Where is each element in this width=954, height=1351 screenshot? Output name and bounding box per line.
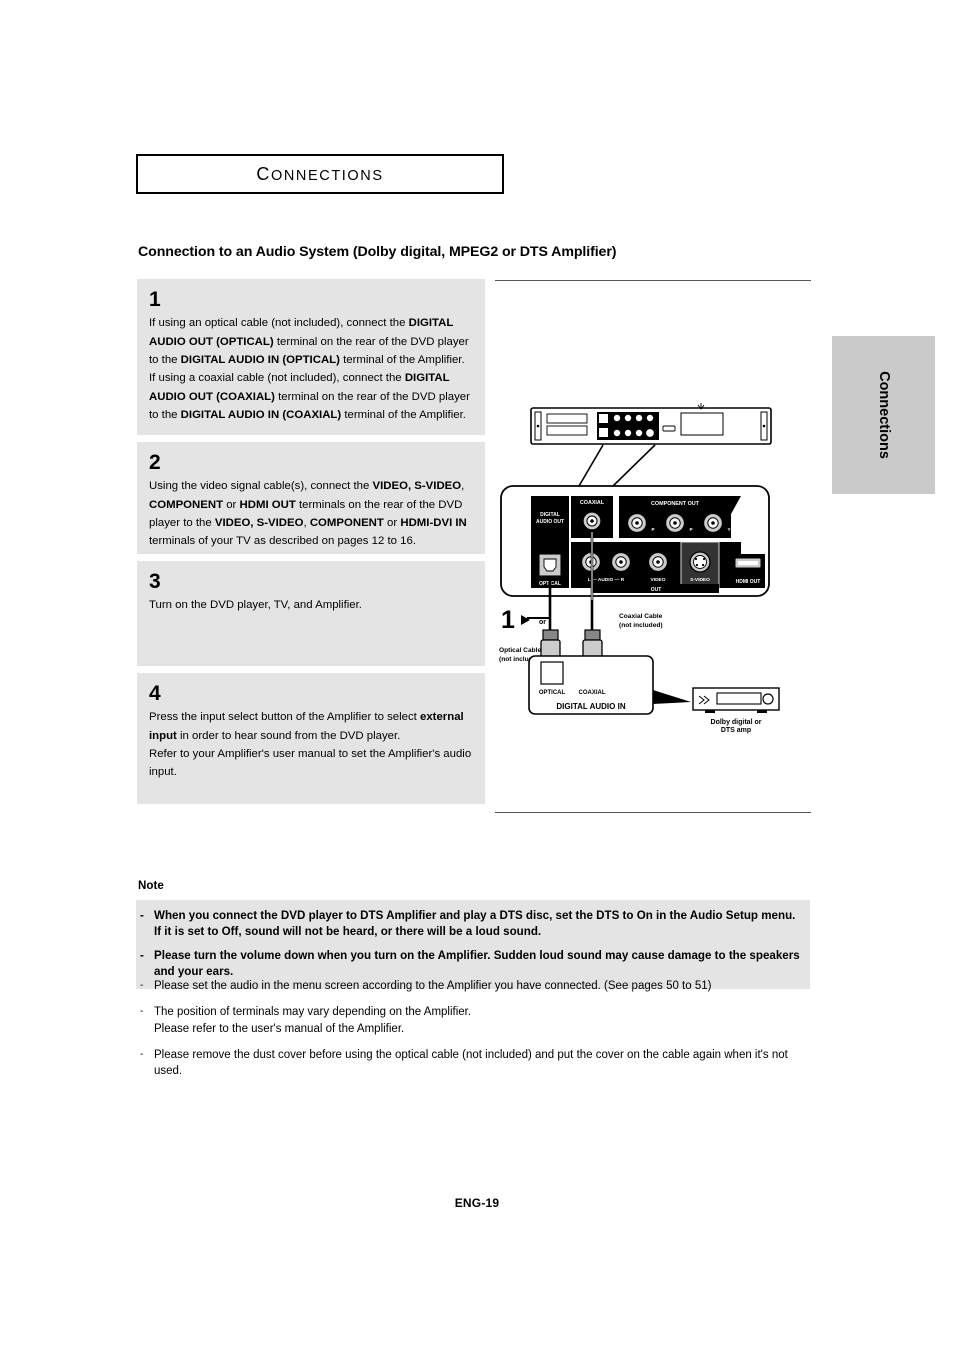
svg-text:P: P — [651, 527, 654, 532]
side-tab-label: Connections — [875, 371, 892, 459]
note-dash: - — [140, 1048, 144, 1060]
label-digital-audio-out-line2: AUDIO OUT — [536, 519, 564, 525]
chapter-title-initial: C — [256, 163, 271, 184]
step-box-3: 3 Turn on the DVD player, TV, and Amplif… — [137, 561, 485, 666]
step-text: Turn on the DVD player, TV, and Amplifie… — [149, 599, 362, 612]
label-coaxial: COAXIAL — [580, 500, 605, 506]
step-1-marker: 1 — [501, 606, 530, 634]
label-digital-audio-out-line1: DIGITAL — [540, 512, 560, 518]
step-text: Press the input select button of the Amp… — [149, 711, 472, 779]
connection-diagram: DIGITAL AUDIO OUT COAXIAL COMPONENT OUT — [495, 300, 811, 800]
step-1-marker-arrow — [521, 615, 530, 625]
amplifier-unit-illustration: Dolby digital or DTS amp — [692, 687, 780, 734]
label-amp-optical: OPTICAL — [539, 690, 566, 696]
note-text: Please turn the volume down when you tur… — [154, 948, 800, 978]
chapter-title-rest: ONNECTIONS — [270, 167, 384, 184]
dvd-player-rear-strip-illustration — [530, 403, 772, 445]
step-number: 4 — [149, 682, 161, 705]
step-number: 3 — [149, 570, 161, 593]
step-number: 1 — [149, 288, 161, 311]
note-dash: - — [140, 980, 144, 991]
chapter-title: CONNECTIONS — [256, 164, 383, 185]
label-video: VIDEO — [651, 577, 666, 583]
connection-diagram-svg: DIGITAL AUDIO OUT COAXIAL COMPONENT OUT — [499, 403, 780, 734]
note-item: - Please remove the dust cover before us… — [136, 1047, 810, 1080]
page-footer: ENG-19 — [454, 1196, 500, 1210]
note-text: Please remove the dust cover before usin… — [154, 1048, 788, 1078]
zoom-leader-lines — [578, 444, 656, 487]
label-coaxial-cable: Coaxial Cable — [619, 613, 663, 620]
note-text: The position of terminals may vary depen… — [154, 1006, 472, 1035]
steps-column: 1 If using an optical cable (not include… — [137, 279, 485, 804]
step-box-1: 1 If using an optical cable (not include… — [137, 279, 485, 435]
label-amp-name-line2: DTS amp — [721, 727, 751, 734]
note-dash: - — [140, 948, 144, 962]
step-1-marker-number: 1 — [501, 606, 515, 634]
note-dash: - — [140, 909, 144, 922]
chapter-title-box: CONNECTIONS — [136, 154, 504, 194]
svg-text:P: P — [689, 527, 692, 532]
label-optical-cable: Optical Cable — [499, 647, 541, 654]
note-item: - Please turn the volume down when you t… — [136, 948, 810, 980]
label-s-video: S-VIDEO — [690, 577, 710, 583]
note-bold-block: - When you connect the DVD player to DTS… — [136, 900, 810, 989]
note-text: Please set the audio in the menu screen … — [154, 980, 712, 992]
amplifier-digital-audio-in-panel: OPTICAL COAXIAL DIGITAL AUDIO IN — [528, 655, 654, 715]
label-amp-coaxial: COAXIAL — [579, 690, 606, 696]
label-amp-name-line1: Dolby digital or — [711, 719, 762, 726]
note-plain-block: - Please set the audio in the menu scree… — [136, 978, 810, 1080]
step-text: Using the video signal cable(s), connect… — [149, 480, 467, 548]
label-out: OUT — [651, 587, 662, 593]
note-item: - When you connect the DVD player to DTS… — [136, 908, 810, 940]
amp-pointer-arrow — [653, 690, 691, 704]
label-coaxial-cable-note: (not included) — [619, 622, 663, 629]
section-heading: Connection to an Audio System (Dolby dig… — [138, 244, 617, 260]
note-item: - The position of terminals may vary dep… — [136, 1004, 810, 1037]
step-text: If using an optical cable (not included)… — [149, 317, 470, 422]
label-digital-audio-in: DIGITAL AUDIO IN — [556, 702, 625, 711]
svg-text:Y: Y — [727, 527, 730, 532]
side-tab-connections: Connections — [832, 336, 935, 494]
note-item: - Please set the audio in the menu scree… — [136, 978, 810, 994]
step-number: 2 — [149, 451, 161, 474]
step-box-4: 4 Press the input select button of the A… — [137, 673, 485, 804]
step-box-2: 2 Using the video signal cable(s), conne… — [137, 442, 485, 554]
label-component-out: COMPONENT OUT — [651, 501, 700, 507]
note-label: Note — [138, 879, 164, 892]
label-or: or — [539, 619, 546, 626]
diagram-rule-top — [495, 280, 811, 281]
diagram-rule-bottom — [495, 812, 811, 813]
rear-panel-enlarged: DIGITAL AUDIO OUT COAXIAL COMPONENT OUT — [500, 485, 770, 597]
manual-page: CONNECTIONS Connection to an Audio Syste… — [0, 0, 954, 1351]
note-text: When you connect the DVD player to DTS A… — [154, 909, 796, 938]
label-hdmi-out: HDMI OUT — [736, 579, 761, 585]
note-dash: - — [140, 1006, 144, 1018]
